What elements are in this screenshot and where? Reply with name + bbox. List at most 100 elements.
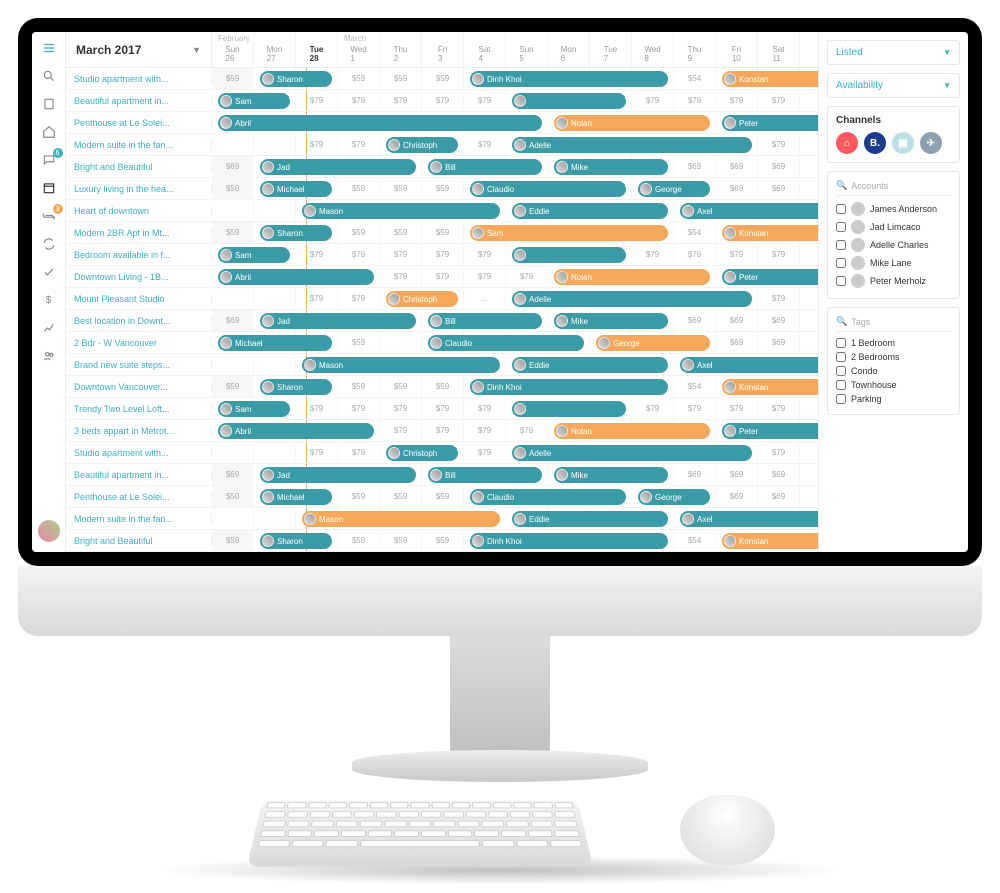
- price-cell[interactable]: $79: [380, 398, 422, 419]
- price-cell[interactable]: $59: [338, 222, 380, 243]
- account-row[interactable]: Jad Limcaco: [836, 218, 951, 236]
- price-cell[interactable]: $59: [212, 68, 254, 89]
- price-cell[interactable]: $79: [338, 442, 380, 463]
- booking-bar[interactable]: Bill: [428, 467, 542, 483]
- booking-bar[interactable]: Nolan: [554, 115, 710, 131]
- listing-name[interactable]: 2 Bdr - W Vancouver: [66, 338, 212, 348]
- price-cell[interactable]: $79: [716, 244, 758, 265]
- price-cell[interactable]: $59: [338, 332, 380, 353]
- listing-name[interactable]: Beautiful apartment in...: [66, 470, 212, 480]
- price-cell[interactable]: $59: [380, 68, 422, 89]
- price-cell[interactable]: $59: [380, 376, 422, 397]
- price-cell[interactable]: $54: [674, 222, 716, 243]
- listing-name[interactable]: Studio apartment with...: [66, 448, 212, 458]
- day-header[interactable]: Mon6: [548, 32, 590, 67]
- day-header[interactable]: Tue28: [296, 32, 338, 67]
- booking-bar[interactable]: Axel: [680, 511, 818, 527]
- price-cell[interactable]: $69: [716, 178, 758, 199]
- booking-bar[interactable]: Konstan: [722, 533, 818, 549]
- price-cell[interactable]: $59: [422, 376, 464, 397]
- booking-bar[interactable]: Michael: [260, 489, 332, 505]
- price-cell[interactable]: $69: [716, 486, 758, 507]
- price-cell[interactable]: $79: [380, 266, 422, 287]
- price-cell[interactable]: $79: [464, 134, 506, 155]
- booking-bar[interactable]: Sam: [470, 225, 668, 241]
- price-cell[interactable]: $79: [758, 244, 800, 265]
- price-cell[interactable]: $79: [338, 288, 380, 309]
- accounts-search[interactable]: 🔍Accounts: [836, 180, 951, 196]
- day-header[interactable]: Sun5: [506, 32, 548, 67]
- booking-bar[interactable]: Sam: [218, 401, 290, 417]
- price-cell[interactable]: $69: [716, 156, 758, 177]
- account-row[interactable]: James Anderson: [836, 200, 951, 218]
- booking-bar[interactable]: Sharon: [260, 533, 332, 549]
- price-cell[interactable]: $69: [674, 464, 716, 485]
- price-cell[interactable]: $69: [674, 156, 716, 177]
- booking-bar[interactable]: Mason: [302, 357, 500, 373]
- price-cell[interactable]: $59: [338, 530, 380, 551]
- price-cell[interactable]: $59: [380, 530, 422, 551]
- booking-bar[interactable]: Sam: [218, 247, 290, 263]
- price-cell[interactable]: $79: [716, 90, 758, 111]
- booking-bar[interactable]: Axel: [680, 357, 818, 373]
- tag-row[interactable]: Townhouse: [836, 378, 951, 392]
- listing-name[interactable]: Bright and Beautiful: [66, 162, 212, 172]
- booking-bar[interactable]: Jad: [260, 159, 416, 175]
- account-checkbox[interactable]: [836, 204, 846, 214]
- listing-name[interactable]: Bedroom available in f...: [66, 250, 212, 260]
- price-cell[interactable]: $59: [338, 178, 380, 199]
- price-cell[interactable]: $59: [380, 222, 422, 243]
- chat-icon[interactable]: 6: [41, 152, 57, 168]
- price-cell[interactable]: [212, 354, 254, 375]
- listing-name[interactable]: Downtown Vancouver...: [66, 382, 212, 392]
- price-cell[interactable]: $69: [758, 310, 800, 331]
- booking-bar[interactable]: Abril: [218, 423, 374, 439]
- price-cell[interactable]: $79: [296, 90, 338, 111]
- booking-bar[interactable]: Dinh Khoi: [470, 533, 668, 549]
- price-cell[interactable]: $79: [632, 398, 674, 419]
- price-cell[interactable]: $69: [758, 486, 800, 507]
- listing-name[interactable]: Studio apartment with...: [66, 74, 212, 84]
- tags-search[interactable]: 🔍Tags: [836, 316, 951, 332]
- price-cell[interactable]: $50: [212, 486, 254, 507]
- account-row[interactable]: Mike Lane: [836, 254, 951, 272]
- booking-bar[interactable]: Axel: [680, 203, 818, 219]
- price-cell[interactable]: $54: [674, 530, 716, 551]
- price-cell[interactable]: $54: [674, 68, 716, 89]
- booking-bar[interactable]: Bill: [428, 159, 542, 175]
- check-icon[interactable]: [41, 264, 57, 280]
- price-cell[interactable]: $79: [338, 90, 380, 111]
- listing-name[interactable]: Bright and Beautiful: [66, 536, 212, 546]
- price-cell[interactable]: $79: [422, 266, 464, 287]
- price-cell[interactable]: [254, 354, 296, 375]
- day-header[interactable]: Sat4: [464, 32, 506, 67]
- listing-name[interactable]: Penthouse at Le Solei...: [66, 492, 212, 502]
- booking-bar[interactable]: Peter: [722, 115, 818, 131]
- price-cell[interactable]: $79: [296, 244, 338, 265]
- price-cell[interactable]: $79: [422, 90, 464, 111]
- booking-bar[interactable]: Peter: [722, 269, 818, 285]
- price-cell[interactable]: $54: [674, 376, 716, 397]
- price-cell[interactable]: $79: [380, 244, 422, 265]
- listing-name[interactable]: Trendy Two Level Loft...: [66, 404, 212, 414]
- price-cell[interactable]: $79: [758, 442, 800, 463]
- price-cell[interactable]: $79: [464, 398, 506, 419]
- booking-bar[interactable]: Christoph: [386, 137, 458, 153]
- price-cell[interactable]: $59: [422, 486, 464, 507]
- booking-bar[interactable]: Eddie: [512, 357, 668, 373]
- home-icon[interactable]: [41, 124, 57, 140]
- price-cell[interactable]: $79: [464, 244, 506, 265]
- booking-bar[interactable]: George: [596, 335, 710, 351]
- price-cell[interactable]: $79: [674, 90, 716, 111]
- channel-icon[interactable]: ✈: [920, 132, 942, 154]
- booking-bar[interactable]: Claudio: [470, 489, 626, 505]
- booking-bar[interactable]: Eddie: [512, 511, 668, 527]
- price-cell[interactable]: $69: [674, 310, 716, 331]
- price-cell[interactable]: $69: [758, 178, 800, 199]
- listing-name[interactable]: Heart of downtown: [66, 206, 212, 216]
- booking-bar[interactable]: Nolan: [554, 423, 710, 439]
- calendar-body[interactable]: Studio apartment with...$59$59$59$59$54$…: [66, 68, 818, 552]
- booking-bar[interactable]: Claudio: [428, 335, 584, 351]
- channel-icon[interactable]: ⌂: [836, 132, 858, 154]
- booking-bar[interactable]: Abril: [218, 115, 542, 131]
